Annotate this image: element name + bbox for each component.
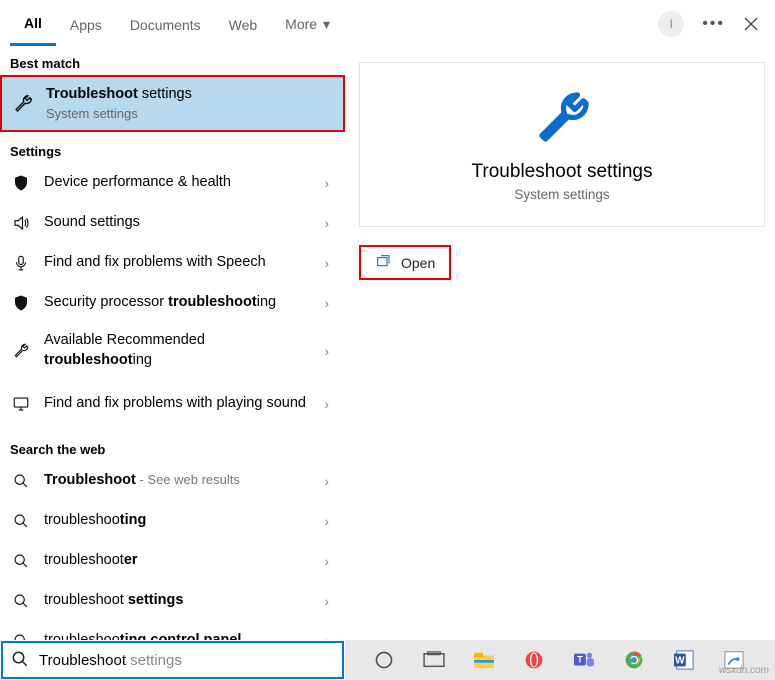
settings-item-speech[interactable]: Find and fix problems with Speech › [0,243,345,283]
chevron-right-icon: › [324,295,335,311]
chevron-right-icon: › [324,473,335,489]
tab-more[interactable]: More ▾ [271,2,344,45]
search-icon [11,650,29,671]
settings-item-sound[interactable]: Sound settings › [0,203,345,243]
task-view-icon[interactable] [421,647,447,673]
svg-text:T: T [577,655,583,665]
result-label: troubleshooting control panel [44,631,308,640]
opera-icon[interactable] [521,647,547,673]
result-label: Find and fix problems with Speech [44,253,308,273]
wrench-icon [10,342,32,360]
result-label: Available Recommended troubleshooting [44,331,308,370]
chevron-right-icon: › [324,396,335,412]
monitor-icon [10,395,32,413]
taskbar: T W [345,640,775,680]
open-label: Open [401,255,435,271]
chevron-down-icon: ▾ [319,16,330,32]
settings-item-playing-sound[interactable]: Find and fix problems with playing sound… [0,378,345,430]
result-label: Security processor troubleshooting [44,293,308,313]
result-label: Find and fix problems with playing sound [44,394,308,414]
result-label: Sound settings [44,213,308,233]
tab-apps[interactable]: Apps [56,3,116,45]
chevron-right-icon: › [324,343,335,359]
tab-documents[interactable]: Documents [116,3,215,45]
more-options-icon[interactable]: ••• [702,15,725,33]
svg-text:W: W [675,656,685,667]
search-icon [10,633,32,640]
open-button[interactable]: Open [359,245,451,280]
wrench-icon [12,91,34,117]
web-item-troubleshooting-control-panel[interactable]: troubleshooting control panel › [0,621,345,640]
best-match-result[interactable]: Troubleshoot settings System settings [0,75,345,132]
search-icon [10,513,32,529]
chevron-right-icon: › [324,175,335,191]
chevron-right-icon: › [324,255,335,271]
tab-web[interactable]: Web [215,3,272,45]
watermark: wsxdn.com [719,665,769,676]
search-icon [10,553,32,569]
chevron-right-icon: › [324,513,335,529]
tab-all[interactable]: All [10,1,56,46]
web-item-troubleshooting[interactable]: troubleshooting › [0,501,345,541]
web-item-troubleshoot[interactable]: Troubleshoot - See web results › [0,461,345,501]
search-icon [10,473,32,489]
open-icon [375,253,391,272]
settings-item-security-processor[interactable]: Security processor troubleshooting › [0,283,345,323]
shield-icon [10,174,32,192]
settings-item-device-performance[interactable]: Device performance & health › [0,163,345,203]
web-item-troubleshooter[interactable]: troubleshooter › [0,541,345,581]
settings-item-recommended-troubleshooting[interactable]: Available Recommended troubleshooting › [0,323,345,378]
chevron-right-icon: › [324,553,335,569]
best-match-title: Troubleshoot settings [46,85,329,105]
preview-subtitle: System settings [370,187,754,202]
word-icon[interactable]: W [671,647,697,673]
chrome-icon[interactable] [621,647,647,673]
section-settings: Settings [0,132,345,163]
search-text: Troubleshoot settings [39,652,182,669]
wrench-icon [370,87,754,151]
best-match-subtitle: System settings [46,105,329,123]
result-label: Device performance & health [44,173,308,193]
user-avatar[interactable]: I [658,11,684,37]
section-search-web: Search the web [0,430,345,461]
preview-panel: Troubleshoot settings System settings [359,62,765,227]
chevron-right-icon: › [324,633,335,640]
search-input[interactable]: Troubleshoot settings [1,641,344,679]
microphone-icon [10,254,32,272]
result-label: troubleshooting [44,511,308,531]
result-label: Troubleshoot - See web results [44,471,308,491]
chevron-right-icon: › [324,215,335,231]
result-label: troubleshoot settings [44,591,308,611]
speaker-icon [10,214,32,232]
chevron-right-icon: › [324,593,335,609]
web-item-troubleshoot-settings[interactable]: troubleshoot settings › [0,581,345,621]
section-best-match: Best match [0,48,345,75]
preview-title: Troubleshoot settings [370,161,754,183]
result-label: troubleshooter [44,551,308,571]
search-scope-tabs: All Apps Documents Web More ▾ I ••• [0,0,775,48]
cortana-icon[interactable] [371,647,397,673]
file-explorer-icon[interactable] [471,647,497,673]
search-icon [10,593,32,609]
shield-icon [10,294,32,312]
close-button[interactable] [743,16,759,32]
teams-icon[interactable]: T [571,647,597,673]
